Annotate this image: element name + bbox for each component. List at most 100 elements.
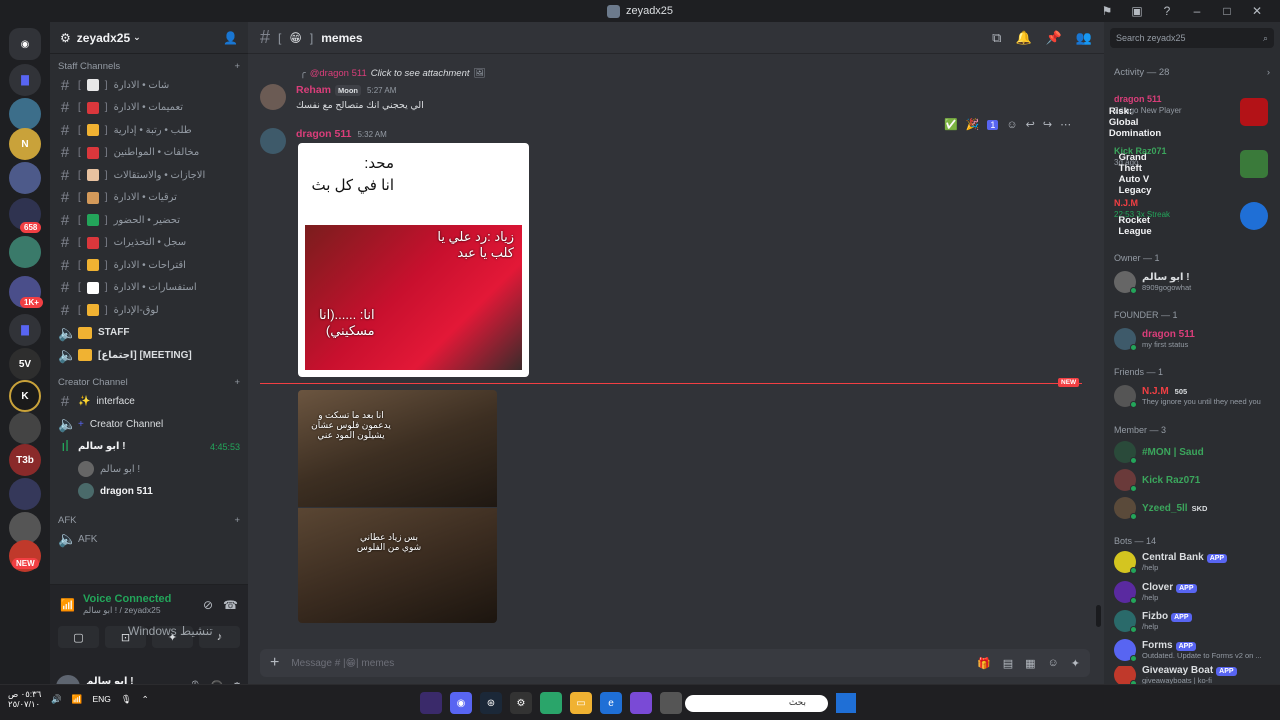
member-item[interactable]: ابو سالم ! 8909gogowhat	[1114, 270, 1191, 294]
channel-afk[interactable]: 🔈 AFK	[50, 528, 248, 551]
server-header[interactable]: ⚙ zeyadx25 ⌄ 👤	[50, 22, 248, 54]
category-creator[interactable]: Creator Channel +	[50, 375, 248, 391]
more-icon[interactable]: ⋯	[1060, 118, 1071, 131]
meme-image[interactable]: محد: انا في كل بث زياد :رد علي يا كلب يا…	[298, 143, 529, 377]
server-icon[interactable]	[9, 162, 41, 194]
channel-item[interactable]: #[] شات • الادارة	[50, 74, 248, 97]
settings-icon[interactable]: ⚙	[510, 692, 532, 714]
bot-item[interactable]: Central Bank APP/help	[1114, 550, 1228, 574]
check-reaction[interactable]: ✅	[944, 118, 958, 131]
gift-icon[interactable]: 🎁	[977, 657, 991, 670]
volume-icon[interactable]: 🔊	[51, 694, 62, 705]
app-icon[interactable]	[630, 692, 652, 714]
forward-icon[interactable]: ↪	[1043, 118, 1052, 131]
server-icon[interactable]: N	[9, 128, 41, 160]
sticker-icon[interactable]: ▦	[1025, 657, 1035, 670]
server-icon[interactable]: 5V	[9, 348, 41, 380]
server-icon[interactable]	[9, 98, 41, 130]
taskbar-search[interactable]: بحث	[685, 695, 828, 712]
search-input[interactable]: Search zeyadx25 ⌕	[1110, 28, 1274, 48]
scrollbar[interactable]	[1096, 605, 1101, 627]
voice-channel-meeting[interactable]: 🔈 [اجتماع] [MEETING]	[50, 344, 248, 367]
channel-item[interactable]: #[] سجل • التحذيرات	[50, 232, 248, 255]
server-folder[interactable]: ▇	[9, 314, 41, 346]
add-attachment-icon[interactable]: +	[270, 654, 279, 672]
app-icon[interactable]	[540, 692, 562, 714]
member-item[interactable]: Yzeed_5ll SKD	[1114, 496, 1207, 520]
channel-creator[interactable]: 🔈 + Creator Channel	[50, 413, 248, 436]
emoji-icon[interactable]: ☺	[1006, 119, 1017, 131]
server-icon[interactable]: T3b	[9, 444, 41, 476]
threads-icon[interactable]: ⧉	[992, 30, 1001, 46]
screen-icon[interactable]: ▣	[1122, 4, 1152, 18]
voice-channel-live[interactable]: ıl ابو سالم ! 4:45:53	[50, 436, 248, 459]
inbox-icon[interactable]: ⚑	[1092, 4, 1122, 18]
channel-item[interactable]: #[] تحضير • الحضور	[50, 209, 248, 232]
steam-icon[interactable]: ⊛	[480, 692, 502, 714]
meme-image[interactable]: انا بعد ما تسكت و يدعمون فلوس عشان يشيلو…	[298, 390, 497, 623]
member-item[interactable]: dragon 511 my first status	[1114, 327, 1195, 351]
channel-item[interactable]: #[] استفسارات • الادارة	[50, 277, 248, 300]
avatar[interactable]	[260, 84, 286, 110]
voice-channel-staff[interactable]: 🔈 STAFF	[50, 322, 248, 345]
server-icon[interactable]	[9, 412, 41, 444]
reply-icon[interactable]: ↩	[1026, 118, 1035, 131]
member-item[interactable]: N.J.M 505 They ignore you until they need …	[1114, 384, 1261, 408]
server-folder[interactable]: ▇	[9, 64, 41, 96]
reaction-count[interactable]: 1	[987, 119, 999, 130]
party-reaction[interactable]: 🎉	[966, 118, 980, 131]
bell-icon[interactable]: 🔔	[1015, 30, 1031, 46]
activity-card[interactable]: N.J.M Rocket League 22:53 3x Streak	[1110, 192, 1272, 240]
channel-item[interactable]: #[] ترقيات • الادارة	[50, 187, 248, 210]
message-composer[interactable]: + Message # |😁| memes 🎁 ▤ ▦ ☺ ✦	[260, 649, 1090, 677]
wifi-icon[interactable]: 📶	[72, 694, 83, 705]
emoji-icon[interactable]: ☺	[1048, 657, 1059, 670]
activity-card[interactable]: dragon 511 Risk: Global Domination 2d ago …	[1109, 88, 1272, 139]
members-icon[interactable]: 👥	[1076, 30, 1092, 46]
server-icon[interactable]	[9, 236, 41, 268]
discord-icon[interactable]: ◉	[450, 692, 472, 714]
minimize-button[interactable]: –	[1182, 4, 1212, 18]
camera-off-button[interactable]: ▢	[58, 626, 99, 648]
app-icon[interactable]	[660, 692, 682, 714]
add-member-icon[interactable]: 👤	[223, 31, 238, 45]
member-item[interactable]: #MON | Saud	[1114, 440, 1204, 464]
apps-icon[interactable]: ✦	[1071, 657, 1080, 670]
message-author[interactable]: Reham	[296, 84, 331, 96]
category-staff[interactable]: Staff Channels +	[50, 58, 248, 74]
app-icon[interactable]	[420, 692, 442, 714]
edge-icon[interactable]: e	[600, 692, 622, 714]
chevron-up-icon[interactable]: ⌃	[142, 694, 149, 705]
message-input[interactable]: Message # |😁| memes	[291, 658, 394, 669]
maximize-button[interactable]: □	[1212, 4, 1242, 18]
pin-icon[interactable]: 📌	[1046, 30, 1062, 46]
category-afk[interactable]: AFK +	[50, 512, 248, 528]
voice-user[interactable]: dragon 511	[50, 480, 248, 502]
activity-card[interactable]: Kick Raz071 Grand Theft Auto V Legacy 3d a…	[1110, 140, 1272, 196]
disconnect-icon[interactable]: ☎	[223, 598, 238, 612]
language-indicator[interactable]: ENG	[92, 694, 110, 704]
bot-item[interactable]: Fizbo APP/help	[1114, 609, 1192, 633]
channel-item[interactable]: #[] تعميمات • الادارة	[50, 97, 248, 120]
channel-item[interactable]: #[] طلب • رتبة • إدارية	[50, 119, 248, 142]
avatar[interactable]	[260, 128, 286, 154]
folder-icon[interactable]: ▭	[570, 692, 592, 714]
channel-item[interactable]: #[] مخالفات • المواطنين	[50, 142, 248, 165]
windows-start-icon[interactable]	[836, 693, 856, 713]
help-icon[interactable]: ?	[1152, 4, 1182, 18]
member-item[interactable]: Kick Raz071	[1114, 468, 1200, 492]
server-icon[interactable]: K	[9, 380, 41, 412]
noise-icon[interactable]: ⊘	[203, 598, 213, 612]
channel-item[interactable]: #[] اقتراحات • الادارة	[50, 254, 248, 277]
channel-item[interactable]: #[] لوق-الإدارة	[50, 299, 248, 322]
bot-item[interactable]: Giveaway Boat APP giveawayboats | ko-fi	[1114, 666, 1237, 684]
clock[interactable]: ٠٥:٣٦ ص	[8, 689, 41, 699]
mic-icon[interactable]: 🎙	[121, 694, 132, 705]
bot-item[interactable]: Clover APP/help	[1114, 580, 1197, 604]
close-button[interactable]: ✕	[1242, 4, 1272, 18]
voice-user[interactable]: ابو سالم !	[50, 458, 248, 480]
reply-preview[interactable]: ╭ @dragon 511 Click to see attachment 🖼	[300, 68, 486, 79]
bot-item[interactable]: Forms APP Outdated. Update to Forms v2 on …	[1114, 638, 1262, 662]
channel-interface[interactable]: # ✨ interface	[50, 391, 248, 414]
server-icon[interactable]	[9, 478, 41, 510]
